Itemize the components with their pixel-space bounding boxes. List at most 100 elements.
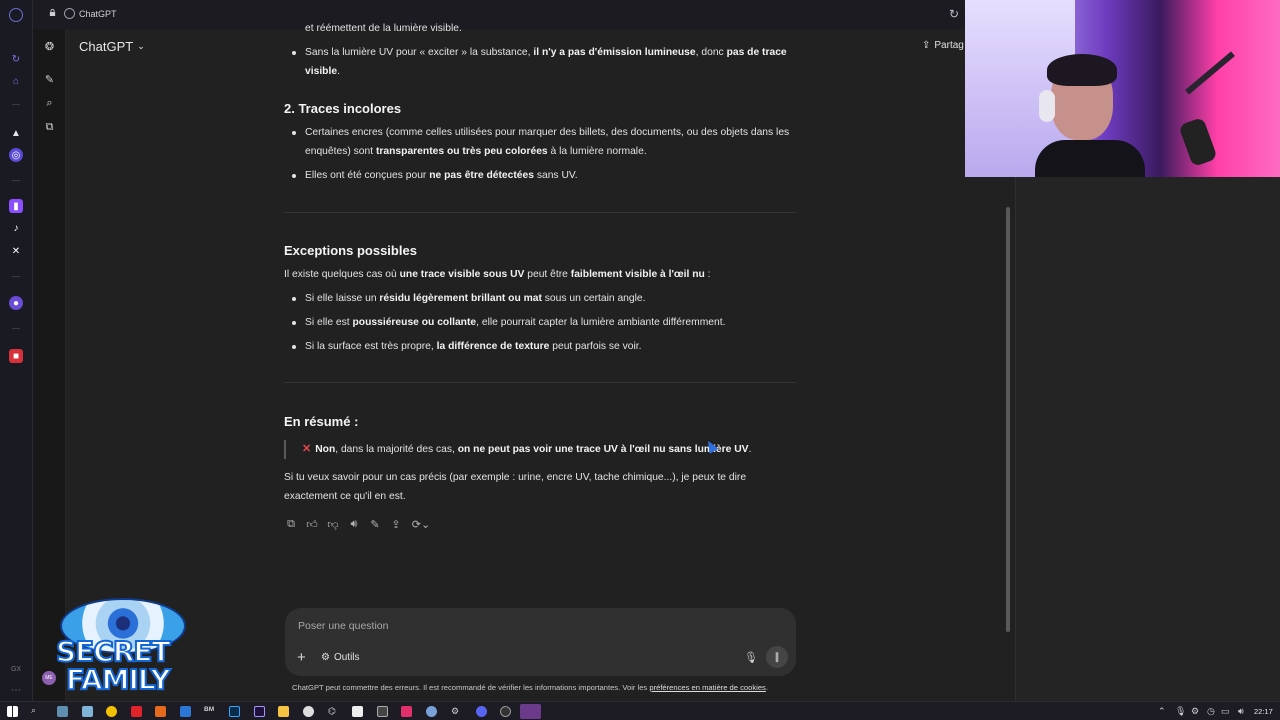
x-icon[interactable]: ✕ [9, 244, 23, 258]
reload-icon[interactable]: ↻ [949, 7, 959, 21]
model-label: ChatGPT [79, 39, 134, 54]
composer: Poser une question + ⚙ Outils 🎙︎ ∥ [285, 608, 796, 676]
text: . [337, 66, 340, 77]
model-selector[interactable]: ChatGPT ⌄ [79, 39, 145, 54]
tab-title: ChatGPT [79, 9, 117, 19]
prompt-input[interactable]: Poser une question [298, 620, 388, 632]
bold-text: résidu légèrement brillant ou mat [379, 293, 542, 304]
divider [284, 382, 796, 383]
chrome-icon[interactable] [303, 706, 314, 717]
app-yellow-icon[interactable] [106, 706, 117, 717]
bold-text: il n'y a pas d'émission lumineuse [533, 47, 696, 58]
exceptions-intro: Il existe quelques cas où une trace visi… [284, 265, 794, 284]
settings-icon[interactable]: ⚙ [451, 706, 459, 717]
bold-text: transparentes ou très peu colorées [375, 146, 548, 157]
tray-clock-icon[interactable]: ◷ [1207, 706, 1215, 717]
tiktok-icon[interactable]: ♪ [9, 221, 23, 235]
summary-blockquote: ✕ Non, dans la majorité des cas, on ne p… [284, 440, 751, 459]
discord-icon[interactable] [476, 706, 487, 717]
disclaimer: ChatGPT peut commettre des erreurs. Il e… [292, 683, 768, 692]
headset [1039, 90, 1055, 122]
notes-icon[interactable] [82, 706, 93, 717]
webcam-overlay [965, 0, 1280, 177]
app-circle-taskbar-icon[interactable] [500, 706, 511, 717]
streamer-hair [1047, 54, 1117, 86]
red-app-icon[interactable]: ■ [9, 349, 23, 363]
copy-icon[interactable]: ⧉ [285, 518, 297, 530]
cut-line-text: et réémettent de la lumière visible. [305, 23, 462, 34]
app-circle-icon[interactable]: ● [9, 296, 23, 310]
message-actions: ⧉ 👍︎ 👎︎ 🔊︎ ✎ ⇪ ⟳⌄ [285, 518, 431, 531]
taskbar-clock[interactable]: 22:17 [1254, 707, 1273, 716]
share-button[interactable]: ⇪ Partag [922, 40, 965, 51]
refresh-icon[interactable]: ↻ [9, 52, 23, 66]
opera-gx-active-icon[interactable] [520, 704, 541, 719]
openai-logo-icon[interactable]: ❂ [43, 40, 56, 53]
outlook-icon[interactable] [180, 706, 191, 717]
streamer-body [1035, 140, 1145, 177]
bold-text: Non [315, 444, 336, 455]
app-globe-icon[interactable] [426, 706, 437, 717]
new-chat-icon[interactable]: ✎ [43, 73, 56, 86]
read-aloud-icon[interactable]: 🔊︎ [348, 518, 360, 530]
strip-divider [12, 104, 20, 105]
tray-mic-icon[interactable]: 🎙︎ [1175, 706, 1186, 717]
strip-divider [12, 276, 20, 277]
home-icon[interactable]: ⌂ [9, 74, 23, 88]
traces-bullet-list: Certaines encres (comme celles utilisées… [284, 123, 794, 185]
app-orange-icon[interactable] [155, 706, 166, 717]
avatar[interactable]: ME [42, 671, 56, 685]
voice-mode-button[interactable]: ∥ [766, 646, 788, 668]
chatgpt-app-icon[interactable]: ◎ [9, 148, 23, 162]
strip-divider [12, 328, 20, 329]
bm-icon[interactable]: BM [204, 706, 214, 713]
scrollbar-thumb[interactable] [1006, 207, 1010, 632]
gx-icon[interactable]: GX [9, 662, 23, 676]
text: Il existe quelques cas où [284, 269, 400, 280]
obs-icon[interactable] [377, 706, 388, 717]
capcut-icon[interactable]: ⌬ [328, 706, 336, 717]
search-icon[interactable]: ⌕ [43, 97, 56, 110]
tray-steam-icon[interactable]: ⚙ [1191, 706, 1199, 717]
text: à la lumière normale. [547, 146, 647, 157]
app-white-icon[interactable] [352, 706, 363, 717]
tray-volume-icon[interactable]: 🔊︎ [1238, 706, 1244, 717]
tray-chevron-icon[interactable]: ⌃ [1158, 706, 1166, 717]
list-item: Si elle est poussiéreuse ou collante, el… [284, 313, 794, 332]
thumbs-down-icon[interactable]: 👎︎ [327, 518, 339, 531]
cookie-preferences-link[interactable]: préférences en matière de cookies [649, 683, 766, 692]
taskbar: ⌕ BM ⌬ ⚙ ⌃ 🎙︎ ⚙ ◷ ▭ 🔊︎ 22:17 [0, 701, 1280, 720]
more-icon[interactable]: ⋯ [9, 683, 23, 697]
text: , dans la majorité des cas, [335, 444, 458, 455]
mic-arm [1185, 51, 1235, 95]
app-pink-icon[interactable] [401, 706, 412, 717]
divider [284, 212, 796, 213]
thumbs-up-icon[interactable]: 👍︎ [306, 518, 318, 531]
folder-icon[interactable] [278, 706, 289, 717]
tray-network-icon[interactable]: ▭ [1221, 706, 1230, 717]
photoshop-icon[interactable] [229, 706, 240, 717]
explorer-icon[interactable] [57, 706, 68, 717]
tools-button[interactable]: ⚙ Outils [321, 652, 360, 663]
twitch-icon[interactable]: ▮ [9, 199, 23, 213]
regenerate-icon[interactable]: ⟳⌄ [411, 518, 431, 531]
waveform-icon: ∥ [774, 651, 780, 663]
microphone-icon[interactable]: 🎙︎ [744, 651, 758, 664]
windows-start-icon[interactable] [7, 706, 18, 717]
share-message-icon[interactable]: ⇪ [390, 518, 402, 531]
bold-text: faiblement visible à l'œil nu [570, 269, 705, 280]
list-item: Certaines encres (comme celles utilisées… [284, 123, 794, 161]
screen: ↻ ⌂ ▲ ◎ ▮ ♪ ✕ ● ■ GX ⋯ ChatGPT ↻ ❂ ✎ ⌕ ⧉… [0, 0, 1280, 720]
premiere-icon[interactable] [254, 706, 265, 717]
list-item: Si elle laisse un résidu légèrement bril… [284, 289, 794, 308]
library-icon[interactable]: ⧉ [43, 121, 56, 134]
browser-logo-icon[interactable] [9, 8, 23, 22]
app-a-icon[interactable]: ▲ [9, 126, 23, 140]
edit-in-canvas-icon[interactable]: ✎ [369, 518, 381, 531]
search-taskbar-icon[interactable]: ⌕ [31, 705, 36, 716]
app-red-icon[interactable] [131, 706, 142, 717]
right-panel [1015, 177, 1280, 703]
text: , elle pourrait capter la lumière ambian… [476, 317, 726, 328]
add-attachment-icon[interactable]: + [297, 649, 306, 666]
text: Sans la lumière UV pour « exciter » la s… [305, 47, 534, 58]
